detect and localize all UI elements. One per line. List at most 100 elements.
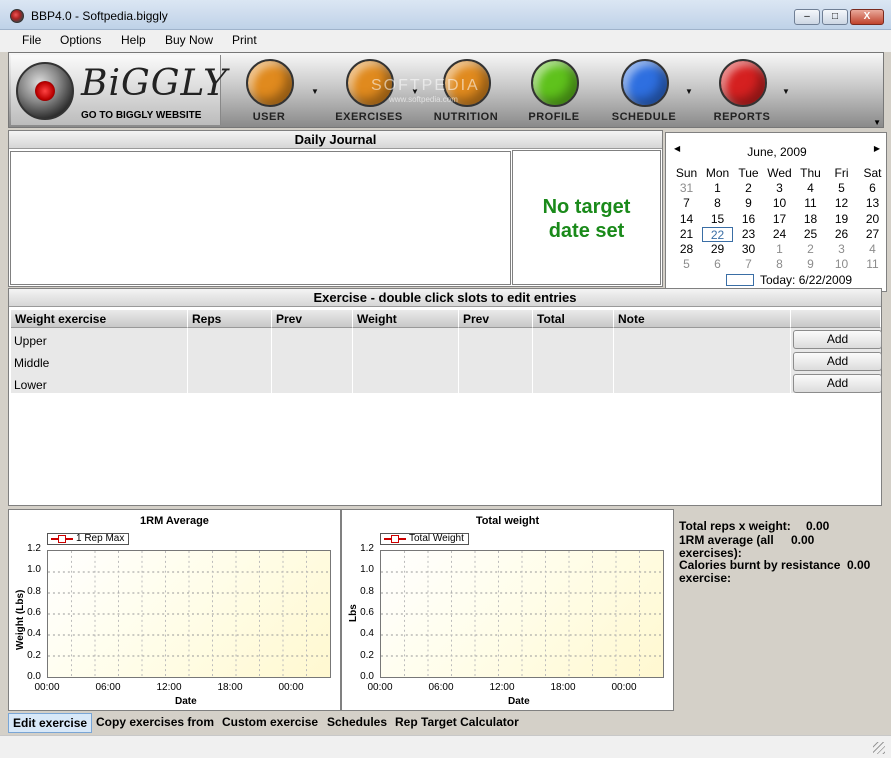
- calendar-day[interactable]: 3: [764, 181, 795, 196]
- row-upper[interactable]: Upper: [14, 334, 47, 348]
- reports-icon: [719, 59, 767, 107]
- calendar-day[interactable]: 1: [702, 181, 733, 196]
- calendar-day[interactable]: 25: [795, 227, 826, 242]
- y-tick-label: 1.0: [360, 564, 374, 576]
- calendar-day[interactable]: 4: [857, 242, 888, 257]
- minimize-button[interactable]: –: [794, 9, 820, 25]
- col-weight-exercise[interactable]: Weight exercise: [11, 310, 188, 328]
- calendar-day[interactable]: 2: [733, 181, 764, 196]
- calendar-day[interactable]: 9: [733, 196, 764, 211]
- menu-options[interactable]: Options: [60, 33, 101, 47]
- x-tick-label: 12:00: [489, 682, 515, 693]
- app-icon[interactable]: [10, 9, 24, 23]
- journal-text-area[interactable]: [10, 151, 511, 285]
- chart-legend: 1 Rep Max: [47, 533, 130, 545]
- calendar-day[interactable]: 14: [671, 212, 702, 227]
- reps-weight-value: 0.00: [806, 519, 830, 533]
- col-total[interactable]: Total: [533, 310, 614, 328]
- calendar-day[interactable]: 27: [857, 227, 888, 242]
- month-calendar[interactable]: ◀ June, 2009 ▶ Sun Mon Tue Wed Thu Fri Sat 31 1 2…: [665, 132, 887, 292]
- x-tick-label: 00:00: [611, 682, 637, 693]
- menu-help[interactable]: Help: [121, 33, 146, 47]
- table-col[interactable]: [353, 328, 459, 393]
- calendar-day[interactable]: 1: [764, 242, 795, 257]
- calendar-day[interactable]: 28: [671, 242, 702, 257]
- calendar-day[interactable]: 15: [702, 212, 733, 227]
- calendar-day[interactable]: 22: [702, 226, 733, 242]
- toolbar-overflow-icon[interactable]: ▼: [873, 118, 881, 127]
- calendar-day[interactable]: 10: [764, 196, 795, 211]
- calendar-day[interactable]: 5: [826, 181, 857, 196]
- chart-title: Total weight: [475, 515, 540, 527]
- calendar-day[interactable]: 13: [857, 196, 888, 211]
- col-prev-2[interactable]: Prev: [459, 310, 533, 328]
- calendar-day[interactable]: 19: [826, 212, 857, 227]
- menu-print[interactable]: Print: [232, 33, 257, 47]
- row-lower[interactable]: Lower: [14, 378, 47, 392]
- calendar-day[interactable]: 6: [857, 181, 888, 196]
- calendar-day[interactable]: 7: [671, 196, 702, 211]
- table-col[interactable]: [188, 328, 272, 393]
- calendar-day[interactable]: 5: [671, 257, 702, 272]
- col-prev[interactable]: Prev: [272, 310, 353, 328]
- tab-custom-exercise[interactable]: Custom exercise: [218, 713, 322, 733]
- next-month-icon[interactable]: ▶: [874, 144, 880, 153]
- schedule-button[interactable]: SCHEDULE: [599, 53, 689, 127]
- today-link[interactable]: Today: 6/22/2009: [760, 273, 852, 287]
- calendar-day[interactable]: 10: [826, 257, 857, 272]
- reports-dropdown-icon[interactable]: ▼: [782, 87, 790, 96]
- biggly-logo[interactable]: BiGGLY GO TO BIGGLY WEBSITE: [11, 55, 227, 125]
- maximize-button[interactable]: □: [822, 9, 848, 25]
- calendar-day[interactable]: 11: [795, 196, 826, 211]
- profile-button[interactable]: PROFILE: [509, 53, 599, 127]
- calendar-day[interactable]: 29: [702, 242, 733, 257]
- table-col[interactable]: [459, 328, 533, 393]
- col-note[interactable]: Note: [614, 310, 791, 328]
- tab-rep-target-calculator[interactable]: Rep Target Calculator: [391, 713, 523, 733]
- close-button[interactable]: X: [850, 9, 884, 25]
- menu-file[interactable]: File: [22, 33, 41, 47]
- menu-buy-now[interactable]: Buy Now: [165, 33, 213, 47]
- calendar-day[interactable]: 3: [826, 242, 857, 257]
- add-middle-button[interactable]: Add: [793, 352, 882, 371]
- col-reps[interactable]: Reps: [188, 310, 272, 328]
- calendar-day[interactable]: 31: [671, 181, 702, 196]
- add-upper-button[interactable]: Add: [793, 330, 882, 349]
- schedule-dropdown-icon[interactable]: ▼: [685, 87, 693, 96]
- table-col[interactable]: [533, 328, 614, 393]
- calendar-day[interactable]: 21: [671, 227, 702, 242]
- calendar-day[interactable]: 4: [795, 181, 826, 196]
- calendar-day[interactable]: 26: [826, 227, 857, 242]
- calendar-day[interactable]: 30: [733, 242, 764, 257]
- website-link[interactable]: GO TO BIGGLY WEBSITE: [81, 110, 201, 121]
- weekday-label: Wed: [767, 166, 792, 180]
- calendar-day[interactable]: 8: [702, 196, 733, 211]
- tab-copy-exercises[interactable]: Copy exercises from: [92, 713, 218, 733]
- calendar-day[interactable]: 6: [702, 257, 733, 272]
- table-col[interactable]: [614, 328, 791, 393]
- calendar-day[interactable]: 23: [733, 227, 764, 242]
- resize-grip-icon[interactable]: [873, 742, 885, 754]
- calendar-day[interactable]: 7: [733, 257, 764, 272]
- user-dropdown-icon[interactable]: ▼: [311, 87, 319, 96]
- calendar-day[interactable]: 11: [857, 257, 888, 272]
- calendar-day[interactable]: 16: [733, 212, 764, 227]
- user-button[interactable]: USER: [224, 53, 314, 127]
- reports-button[interactable]: REPORTS: [697, 53, 787, 127]
- tab-edit-exercise[interactable]: Edit exercise: [8, 713, 93, 733]
- col-weight[interactable]: Weight: [353, 310, 459, 328]
- add-lower-button[interactable]: Add: [793, 374, 882, 393]
- calendar-day[interactable]: 24: [764, 227, 795, 242]
- calendar-day[interactable]: 9: [795, 257, 826, 272]
- row-middle[interactable]: Middle: [14, 356, 49, 370]
- tab-schedules[interactable]: Schedules: [323, 713, 391, 733]
- calendar-day[interactable]: 18: [795, 212, 826, 227]
- calendar-day[interactable]: 2: [795, 242, 826, 257]
- calendar-day[interactable]: 12: [826, 196, 857, 211]
- calendar-day[interactable]: 20: [857, 212, 888, 227]
- plot-area: [380, 550, 664, 678]
- legend-line-icon: [384, 535, 406, 543]
- table-col[interactable]: [272, 328, 353, 393]
- calendar-day[interactable]: 8: [764, 257, 795, 272]
- calendar-day[interactable]: 17: [764, 212, 795, 227]
